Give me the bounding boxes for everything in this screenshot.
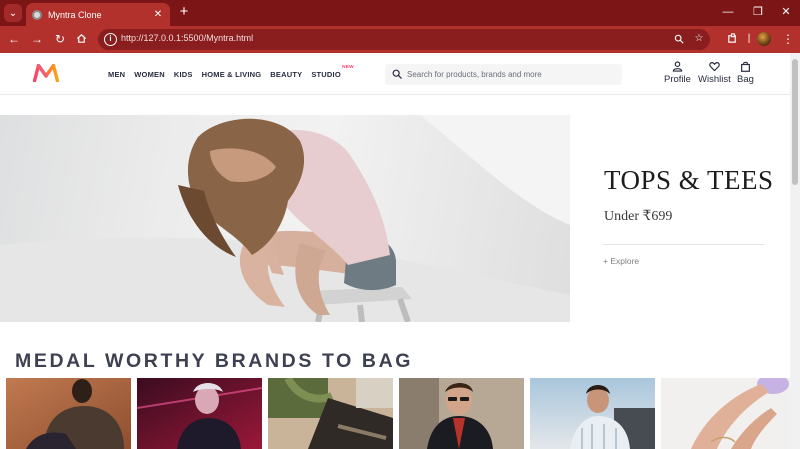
site-info-icon[interactable]: i — [104, 33, 117, 46]
myntra-logo[interactable] — [33, 64, 59, 82]
nav-home-living[interactable]: HOME & LIVING — [202, 70, 262, 79]
kebab-menu-icon[interactable]: ⋮ — [780, 31, 796, 47]
profile-icon — [672, 61, 683, 72]
minimize-icon[interactable]: — — [720, 5, 736, 19]
bag-action[interactable]: Bag — [737, 61, 754, 85]
brand-card-2[interactable] — [137, 378, 262, 449]
wishlist-label: Wishlist — [698, 74, 731, 85]
hero-promo-panel: TOPS & TEES Under ₹699 + Explore — [570, 115, 790, 322]
search-bar[interactable] — [385, 64, 622, 85]
nav-kids[interactable]: KIDS — [174, 70, 193, 79]
tab-search-chevron-icon[interactable]: ⌄ — [4, 4, 22, 22]
hero-title: TOPS & TEES — [604, 165, 774, 195]
hero-subtitle: Under ₹699 — [604, 209, 673, 224]
search-input[interactable] — [407, 67, 617, 82]
brand-card-1[interactable] — [6, 378, 131, 449]
brand-image-3 — [268, 378, 393, 449]
browser-profile-avatar[interactable] — [757, 32, 771, 46]
brand-card-3[interactable] — [268, 378, 393, 449]
address-url[interactable]: http://127.0.0.1:5500/Myntra.html — [121, 33, 253, 43]
scrollbar-thumb[interactable] — [792, 59, 798, 185]
new-badge: NEW — [342, 65, 354, 70]
nav-studio[interactable]: STUDIO NEW — [311, 65, 353, 79]
home-icon[interactable] — [73, 31, 89, 47]
bag-icon — [741, 61, 750, 72]
bookmark-star-icon[interactable]: ☆ — [692, 32, 706, 46]
back-arrow-icon[interactable]: ← — [6, 31, 22, 47]
brand-image-5 — [530, 378, 655, 449]
nav-beauty[interactable]: BEAUTY — [270, 70, 302, 79]
nav-men[interactable]: MEN — [108, 70, 125, 79]
hero-model-illustration — [0, 115, 570, 322]
zoom-icon[interactable] — [672, 32, 686, 46]
brand-card-6[interactable] — [661, 378, 790, 449]
site-header: MEN WOMEN KIDS HOME & LIVING BEAUTY STUD… — [0, 53, 790, 95]
address-bar[interactable]: i http://127.0.0.1:5500/Myntra.html ☆ — [98, 29, 710, 50]
page-scrollbar[interactable] — [790, 53, 800, 449]
forward-arrow-icon[interactable]: → — [29, 31, 45, 47]
brand-card-4[interactable] — [399, 378, 524, 449]
new-tab-plus-icon[interactable]: + — [176, 4, 192, 20]
wishlist-action[interactable]: Wishlist — [698, 61, 731, 85]
profile-action[interactable]: Profile — [664, 61, 691, 85]
nav-women[interactable]: WOMEN — [134, 70, 165, 79]
globe-icon — [32, 9, 42, 20]
heart-icon — [709, 62, 720, 72]
main-nav: MEN WOMEN KIDS HOME & LIVING BEAUTY STUD… — [108, 65, 354, 79]
brands-section-title: MEDAL WORTHY BRANDS TO BAG — [15, 350, 414, 372]
close-window-icon[interactable]: ✕ — [778, 5, 794, 19]
browser-tab-strip: ⌄ Myntra Clone ✕ + — ❐ ✕ — [0, 0, 800, 26]
bag-label: Bag — [737, 74, 754, 85]
reload-icon[interactable]: ↻ — [52, 31, 68, 47]
close-tab-icon[interactable]: ✕ — [152, 9, 164, 20]
brand-image-2 — [137, 378, 262, 449]
hero-banner-image[interactable] — [0, 115, 570, 322]
search-icon — [392, 69, 402, 79]
browser-tab[interactable]: Myntra Clone ✕ — [26, 3, 170, 26]
explore-link[interactable]: + Explore — [603, 256, 639, 266]
brand-card-5[interactable] — [530, 378, 655, 449]
brand-image-1 — [6, 378, 131, 449]
extensions-puzzle-icon[interactable] — [724, 31, 740, 47]
toolbar-divider: | — [747, 33, 751, 44]
tab-title: Myntra Clone — [48, 9, 102, 20]
nav-studio-label: STUDIO — [311, 70, 341, 79]
browser-toolbar: ← → ↻ i http://127.0.0.1:5500/Myntra.htm… — [0, 26, 800, 53]
restore-icon[interactable]: ❐ — [750, 5, 766, 19]
brand-image-4 — [399, 378, 524, 449]
hero-divider — [603, 244, 764, 245]
profile-label: Profile — [664, 74, 691, 85]
brand-image-6 — [661, 378, 790, 449]
